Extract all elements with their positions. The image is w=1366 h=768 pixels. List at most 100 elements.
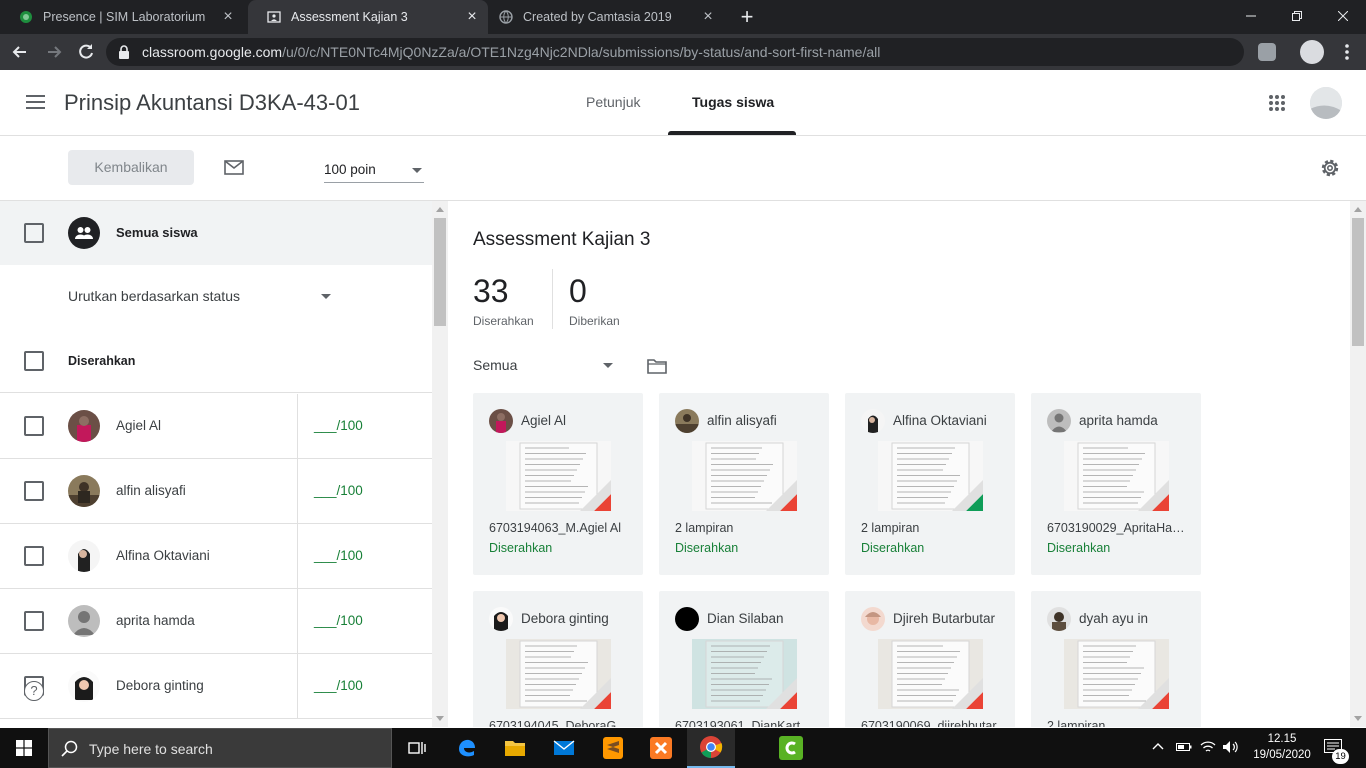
sort-select[interactable]: Urutkan berdasarkan status [68, 288, 240, 304]
section-checkbox[interactable] [24, 351, 44, 371]
grade-input[interactable]: ___/100 [314, 613, 363, 628]
browser-tab-presence[interactable]: Presence | SIM Laboratorium × [0, 0, 244, 34]
student-row[interactable]: Debora ginting ___/100 [0, 654, 432, 719]
student-checkbox[interactable] [24, 481, 44, 501]
volume-icon[interactable] [1222, 740, 1240, 754]
return-button[interactable]: Kembalikan [68, 150, 194, 185]
scroll-up-icon[interactable] [1354, 207, 1362, 212]
clock-time[interactable]: 12.15 [1250, 733, 1314, 745]
student-row[interactable]: alfin alisyafi ___/100 [0, 459, 432, 524]
new-tab-button[interactable]: + [734, 5, 760, 29]
card-student-name: aprita hamda [1079, 413, 1158, 428]
clock-date[interactable]: 19/05/2020 [1245, 749, 1319, 761]
avatar [68, 540, 100, 572]
browser-tab-assessment[interactable]: Assessment Kajian 3 × [248, 0, 488, 34]
scroll-down-icon[interactable] [436, 716, 444, 721]
points-select[interactable]: 100 poin [324, 162, 376, 177]
settings-gear-icon[interactable] [1319, 157, 1341, 179]
browser-menu-icon[interactable] [1345, 42, 1349, 62]
file-explorer-icon[interactable] [491, 728, 539, 768]
close-icon[interactable]: × [220, 9, 236, 25]
help-icon[interactable]: ? [24, 681, 44, 701]
submission-card[interactable]: Djireh Butarbutar 6703190069_djirehbutar [845, 591, 1015, 727]
close-window-button[interactable] [1320, 0, 1366, 32]
sort-dropdown-icon[interactable] [321, 294, 331, 299]
mail-icon[interactable] [540, 728, 588, 768]
profile-avatar-icon[interactable] [1300, 40, 1324, 64]
taskbar-search-box[interactable]: Type here to search [48, 728, 392, 768]
close-icon[interactable]: × [464, 9, 480, 25]
attachment-thumbnail[interactable] [692, 639, 797, 709]
restore-button[interactable] [1274, 0, 1320, 32]
avatar [68, 410, 100, 442]
grade-input[interactable]: ___/100 [314, 678, 363, 693]
points-underline [324, 182, 424, 183]
student-checkbox[interactable] [24, 611, 44, 631]
attachment-thumbnail[interactable] [1064, 639, 1169, 709]
attachment-filename: 6703194045_DeboraGinting [489, 719, 629, 727]
folder-icon[interactable] [647, 358, 667, 374]
left-scrollbar-thumb[interactable] [434, 218, 446, 326]
student-row[interactable] [0, 719, 432, 727]
tab-petunjuk[interactable]: Petunjuk [586, 94, 640, 110]
student-checkbox[interactable] [24, 546, 44, 566]
attachment-thumbnail[interactable] [506, 639, 611, 709]
attachment-thumbnail[interactable] [878, 639, 983, 709]
select-all-checkbox[interactable] [24, 223, 44, 243]
sublime-text-icon[interactable] [589, 728, 637, 768]
student-row[interactable]: Agiel Al ___/100 [0, 394, 432, 459]
extension-icon[interactable] [1258, 43, 1276, 61]
student-checkbox[interactable] [24, 416, 44, 436]
submission-card[interactable]: dyah ayu in 2 lampiran [1031, 591, 1201, 727]
task-view-icon[interactable] [393, 728, 441, 768]
right-scrollbar-thumb[interactable] [1352, 218, 1364, 346]
submission-card[interactable]: Alfina Oktaviani 2 lampiran Diserahkan [845, 393, 1015, 575]
account-avatar[interactable] [1310, 87, 1342, 119]
close-icon[interactable]: × [700, 9, 716, 25]
tab-tugas-siswa[interactable]: Tugas siswa [692, 94, 774, 110]
attachment-thumbnail[interactable] [1064, 441, 1169, 511]
filter-dropdown-icon[interactable] [603, 363, 613, 368]
submission-card[interactable]: aprita hamda 6703190029_ApritaHamda Dise… [1031, 393, 1201, 575]
attachment-thumbnail[interactable] [692, 441, 797, 511]
back-icon[interactable] [10, 42, 30, 62]
grade-input[interactable]: ___/100 [314, 418, 363, 433]
edge-browser-icon[interactable] [443, 728, 491, 768]
avatar [861, 409, 885, 433]
student-row[interactable]: aprita hamda ___/100 [0, 589, 432, 654]
scroll-down-icon[interactable] [1354, 716, 1362, 721]
grade-input[interactable]: ___/100 [314, 548, 363, 563]
forward-icon[interactable] [44, 42, 64, 62]
group-icon [68, 217, 100, 249]
scroll-up-icon[interactable] [436, 207, 444, 212]
browser-tab-camtasia[interactable]: Created by Camtasia 2019 × [480, 0, 724, 34]
windows-start-icon[interactable] [0, 728, 48, 768]
wifi-icon[interactable] [1200, 740, 1216, 754]
chrome-icon[interactable] [687, 728, 735, 768]
url-host: classroom.google.com [142, 44, 283, 60]
submission-card[interactable]: Debora ginting 6703194045_DeboraGinting [473, 591, 643, 727]
submission-card[interactable]: Agiel Al 6703194063_M.Agiel Al Diserahka… [473, 393, 643, 575]
all-students-row[interactable]: Semua siswa [0, 201, 432, 265]
student-row[interactable]: Alfina Oktaviani ___/100 [0, 524, 432, 589]
submission-card[interactable]: alfin alisyafi 2 lampiran Diserahkan [659, 393, 829, 575]
camtasia-icon[interactable] [767, 728, 815, 768]
submission-card[interactable]: Dian Silaban 6703193061_DianKartika [659, 591, 829, 727]
address-bar[interactable]: classroom.google.com/u/0/c/NTE0NTc4MjQ0N… [106, 38, 1244, 66]
reload-icon[interactable] [76, 42, 96, 62]
student-name: alfin alisyafi [116, 483, 186, 498]
globe-icon [498, 9, 514, 25]
attachment-thumbnail[interactable] [878, 441, 983, 511]
class-title[interactable]: Prinsip Akuntansi D3KA-43-01 [64, 90, 360, 116]
chevron-up-icon[interactable] [1152, 741, 1164, 753]
xampp-icon[interactable] [637, 728, 685, 768]
filter-select[interactable]: Semua [473, 357, 517, 373]
hamburger-menu-icon[interactable] [26, 95, 45, 109]
grade-input[interactable]: ___/100 [314, 483, 363, 498]
points-dropdown-icon[interactable] [412, 168, 422, 173]
battery-icon[interactable] [1176, 741, 1192, 753]
email-icon[interactable] [224, 160, 244, 175]
apps-grid-icon[interactable] [1268, 94, 1286, 112]
minimize-button[interactable] [1228, 0, 1274, 32]
attachment-thumbnail[interactable] [506, 441, 611, 511]
